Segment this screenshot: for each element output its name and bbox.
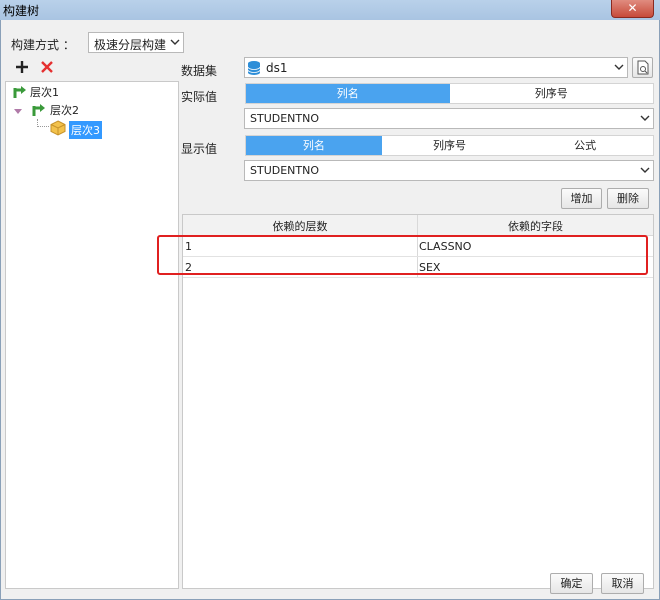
- delete-node-icon[interactable]: [40, 60, 54, 77]
- column-header-level[interactable]: 依赖的层数: [183, 218, 417, 234]
- dialog-body: 构建方式 ： 极速分层构建 层次1 层次2 层次3 数据集 ds1 实际值 列名…: [0, 20, 660, 600]
- column-header-field[interactable]: 依赖的字段: [418, 218, 653, 234]
- chevron-down-icon[interactable]: [637, 161, 653, 180]
- chevron-down-icon[interactable]: [637, 109, 653, 128]
- highlight-box: [157, 235, 648, 275]
- cancel-button[interactable]: 取消: [601, 573, 644, 594]
- ok-button[interactable]: 确定: [550, 573, 593, 594]
- tree-node-level2[interactable]: 层次2: [8, 100, 128, 118]
- close-icon: ✕: [627, 1, 638, 15]
- tree-node-label: 层次3: [69, 121, 102, 139]
- database-icon: [247, 60, 261, 79]
- title-bar: 构建树 ✕: [0, 0, 660, 20]
- tree-node-level3[interactable]: 层次3: [8, 119, 128, 139]
- chevron-down-icon[interactable]: [167, 33, 183, 52]
- build-mode-value: 极速分层构建: [94, 38, 167, 52]
- chevron-down-icon[interactable]: [611, 58, 627, 77]
- display-value-label: 显示值: [181, 142, 218, 156]
- display-value-mode-tabs: 列名 列序号 公式: [245, 135, 654, 156]
- close-button[interactable]: ✕: [611, 0, 654, 18]
- actual-value-mode-tabs: 列名 列序号: [245, 83, 654, 104]
- tree-node-level1[interactable]: 层次1: [8, 82, 108, 100]
- add-node-icon[interactable]: [15, 60, 29, 77]
- hierarchy-icon: [30, 101, 46, 120]
- tab-actual-column-index[interactable]: 列序号: [450, 84, 654, 103]
- build-mode-label: 构建方式 ：: [11, 38, 75, 52]
- dataset-label: 数据集: [181, 64, 218, 78]
- preview-icon: [637, 60, 648, 75]
- tree-node-label: 层次2: [50, 104, 79, 117]
- tree-connector: [37, 119, 49, 127]
- tree-node-label: 层次1: [30, 86, 59, 99]
- build-mode-select[interactable]: 极速分层构建: [88, 32, 184, 53]
- tab-display-column-index[interactable]: 列序号: [382, 136, 518, 155]
- tree-panel: 层次1 层次2 层次3: [5, 81, 179, 589]
- add-button[interactable]: 增加: [561, 188, 602, 209]
- expand-arrow-icon[interactable]: [14, 105, 22, 118]
- preview-dataset-button[interactable]: [632, 57, 653, 78]
- table-header: 依赖的层数 依赖的字段: [183, 215, 653, 236]
- cube-icon: [50, 120, 66, 139]
- tab-display-formula[interactable]: 公式: [517, 136, 653, 155]
- display-value-column: STUDENTNO: [250, 164, 320, 177]
- actual-value-column: STUDENTNO: [250, 112, 320, 125]
- display-value-column-select[interactable]: STUDENTNO: [244, 160, 654, 181]
- dataset-value: ds1: [266, 61, 288, 75]
- dataset-select[interactable]: ds1: [244, 57, 628, 78]
- tab-actual-column-name[interactable]: 列名: [246, 84, 450, 103]
- actual-value-column-select[interactable]: STUDENTNO: [244, 108, 654, 129]
- tab-display-column-name[interactable]: 列名: [246, 136, 382, 155]
- actual-value-label: 实际值: [181, 90, 218, 104]
- delete-button[interactable]: 删除: [607, 188, 649, 209]
- window-title: 构建树: [3, 4, 40, 18]
